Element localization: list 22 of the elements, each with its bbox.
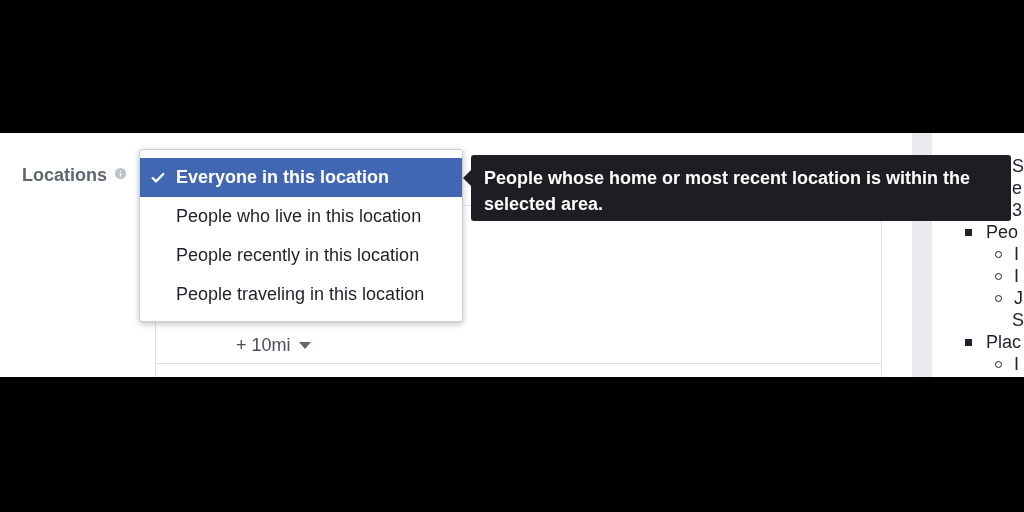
list-text: Peo [986,220,1019,244]
list-text: I [1014,242,1019,266]
list-text: S [1012,308,1024,332]
dropdown-option[interactable]: People recently in this location [140,236,462,275]
bullet-icon [965,228,972,236]
list-text: S [1012,154,1024,178]
list-text: I [1014,352,1019,376]
list-text: 3 [1012,198,1022,222]
radius-dropdown[interactable]: + 10mi [236,332,311,359]
caret-icon [298,342,311,349]
list-text: I [1014,264,1019,288]
tooltip-pointer-icon [463,170,471,186]
dropdown-option[interactable]: People traveling in this location [140,275,462,314]
dropdown-option[interactable]: People who live in this location [140,197,462,236]
info-icon[interactable] [113,166,128,181]
field-label: Locations [22,164,107,187]
dropdown-option[interactable]: Everyone in this location [140,158,462,197]
list-text: J [1014,286,1023,310]
list-text: Plac [986,330,1021,354]
list-text: e [1012,176,1022,200]
tooltip: People whose home or most recent location is within the selected area. [471,155,1011,221]
bullet-icon [965,338,972,346]
